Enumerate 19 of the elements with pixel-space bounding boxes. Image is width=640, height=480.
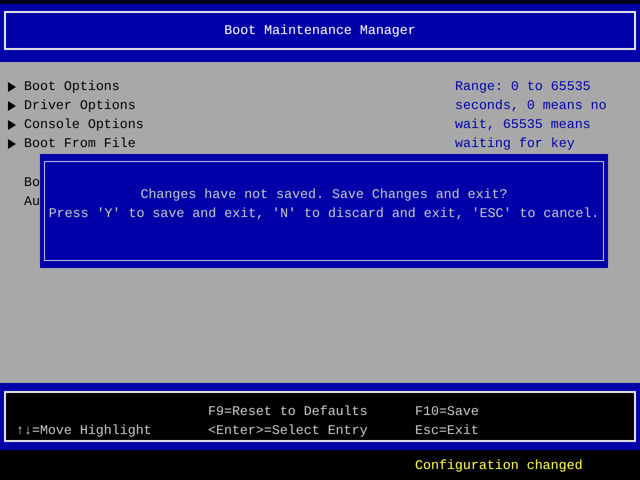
help-text: wait, 65535 means	[455, 116, 592, 134]
key-hint: Esc=Exit	[415, 423, 479, 438]
menu-item[interactable]: Console Options	[24, 115, 144, 134]
setting-label[interactable]: Bo	[24, 175, 40, 190]
status-message: Configuration changed	[415, 456, 583, 474]
menu-item[interactable]: Boot From File	[24, 134, 136, 153]
key-hint: F9=Reset to Defaults	[208, 404, 368, 419]
window-title: Boot Maintenance Manager	[4, 11, 636, 50]
setting-label[interactable]: Au	[24, 194, 40, 209]
key-hint: F10=Save	[415, 404, 479, 419]
dialog-message: Changes have not saved. Save Changes and exit?	[140, 186, 508, 204]
dialog-message: Press 'Y' to save and exit, 'N' to discard and exit, 'ESC' to cancel.	[48, 205, 600, 223]
menu-item[interactable]: Driver Options	[24, 96, 136, 115]
menu-item[interactable]: Boot Options	[24, 77, 120, 96]
help-text: seconds, 0 means no	[455, 97, 608, 115]
help-text: waiting for key	[455, 135, 576, 153]
help-text: Range: 0 to 65535	[455, 78, 592, 96]
key-hint: ↑↓=Move Highlight	[16, 423, 152, 438]
key-hint: <Enter>=Select Entry	[208, 423, 368, 438]
